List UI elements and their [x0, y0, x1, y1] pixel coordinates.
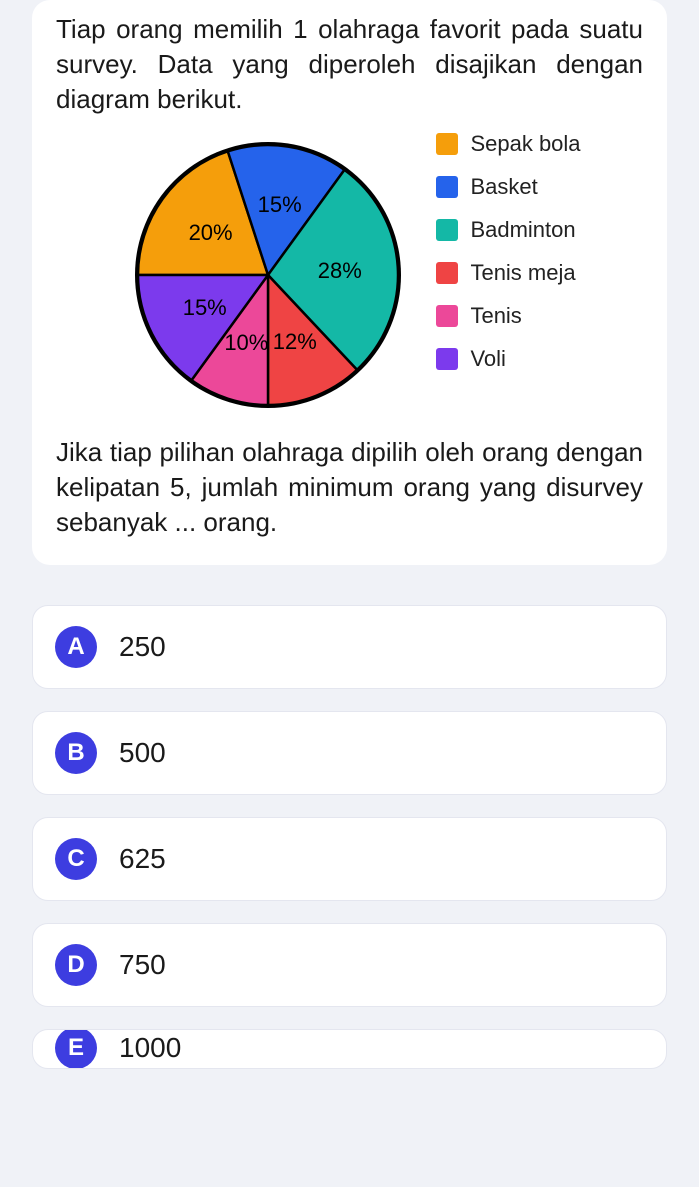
- question-text-before: Tiap orang memilih 1 olahraga favorit pa…: [56, 12, 643, 117]
- option-text: 500: [119, 737, 166, 769]
- legend-label: Badminton: [470, 217, 575, 243]
- legend-item: Tenis: [436, 303, 580, 329]
- option-letter-badge: B: [55, 732, 97, 774]
- legend-label: Sepak bola: [470, 131, 580, 157]
- pie-svg: [118, 125, 418, 425]
- legend-item: Sepak bola: [436, 131, 580, 157]
- option-text: 625: [119, 843, 166, 875]
- legend-label: Voli: [470, 346, 505, 372]
- legend-swatch: [436, 305, 458, 327]
- answer-option[interactable]: B 500: [32, 711, 667, 795]
- option-text: 250: [119, 631, 166, 663]
- pie-slice-label: 15%: [258, 192, 302, 218]
- chart-row: 20% 15% 28% 12%10% 15% Sepak bola Basket Badmi…: [56, 125, 643, 425]
- answer-options: A 250 B 500 C 625 D 750 E 1000: [32, 605, 667, 1069]
- pie-chart: 20% 15% 28% 12%10% 15%: [118, 125, 418, 425]
- answer-option[interactable]: E 1000: [32, 1029, 667, 1069]
- pie-slice-label: 15%: [183, 295, 227, 321]
- question-text-after: Jika tiap pilihan olahraga dipilih oleh …: [56, 435, 643, 540]
- option-text: 750: [119, 949, 166, 981]
- legend-item: Badminton: [436, 217, 580, 243]
- pie-slice-label: 20%: [189, 220, 233, 246]
- answer-option[interactable]: A 250: [32, 605, 667, 689]
- answer-option[interactable]: C 625: [32, 817, 667, 901]
- legend-swatch: [436, 176, 458, 198]
- legend-swatch: [436, 219, 458, 241]
- option-letter-badge: C: [55, 838, 97, 880]
- pie-slice-label: 12%: [273, 329, 317, 355]
- option-letter-badge: E: [55, 1029, 97, 1069]
- pie-slice-label: 28%: [318, 258, 362, 284]
- chart-legend: Sepak bola Basket Badminton Tenis meja Tenis…: [436, 125, 580, 372]
- legend-item: Tenis meja: [436, 260, 580, 286]
- legend-item: Basket: [436, 174, 580, 200]
- legend-label: Tenis meja: [470, 260, 575, 286]
- option-letter-badge: D: [55, 944, 97, 986]
- question-card: Tiap orang memilih 1 olahraga favorit pa…: [32, 0, 667, 565]
- legend-label: Basket: [470, 174, 537, 200]
- pie-slice-label: 10%: [224, 330, 268, 356]
- legend-swatch: [436, 262, 458, 284]
- option-letter-badge: A: [55, 626, 97, 668]
- answer-option[interactable]: D 750: [32, 923, 667, 1007]
- legend-label: Tenis: [470, 303, 521, 329]
- legend-item: Voli: [436, 346, 580, 372]
- legend-swatch: [436, 348, 458, 370]
- legend-swatch: [436, 133, 458, 155]
- option-text: 1000: [119, 1032, 181, 1064]
